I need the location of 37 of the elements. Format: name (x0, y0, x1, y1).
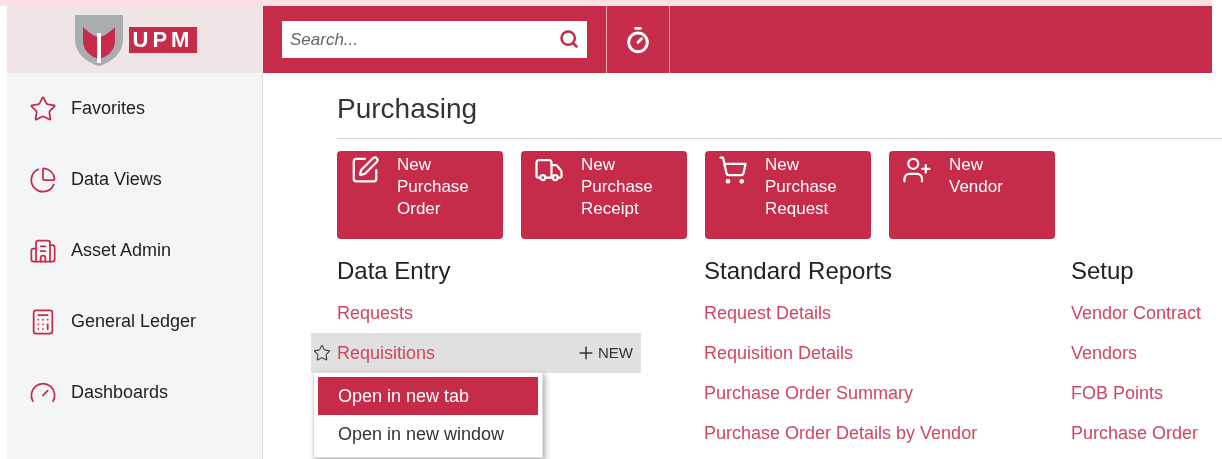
quick-action-tile[interactable]: New Purchase Order (337, 151, 503, 239)
pie-chart-icon (29, 165, 57, 194)
menu-item[interactable]: Open in new window (318, 415, 538, 453)
search-field[interactable]: Search... (282, 21, 587, 58)
search-icon[interactable] (559, 29, 579, 49)
quick-action-tile[interactable]: New Purchase Receipt (521, 151, 687, 239)
pencil-square-icon (350, 155, 380, 185)
sidebar-item[interactable]: Favorites (7, 73, 262, 144)
menu-link[interactable]: FOB Points (1071, 379, 1164, 407)
section-heading: Standard Reports (704, 256, 894, 286)
menu-link[interactable]: Vendors (1071, 339, 1138, 367)
cart-icon (718, 155, 748, 185)
menu-link[interactable]: Purchase Order Summary (704, 379, 914, 407)
quick-action-tile[interactable]: New Purchase Request (705, 151, 871, 239)
menu-link[interactable]: Purchase Order (1071, 419, 1199, 447)
shield-logo-icon (72, 12, 125, 67)
menu-link[interactable]: Vendor Contract (1071, 299, 1202, 327)
star-icon[interactable] (313, 344, 331, 362)
add-user-icon (902, 155, 932, 185)
menu-link[interactable]: Requests (337, 299, 414, 327)
sidebar-item[interactable]: Dashboards (7, 357, 262, 428)
star-icon (29, 94, 57, 123)
menu-item[interactable]: Open in new tab (318, 377, 538, 415)
page-title: Purchasing (337, 93, 479, 125)
menu-link[interactable]: Request Details (704, 299, 832, 327)
sidebar-item[interactable]: General Ledger (7, 286, 262, 357)
quick-action-tile[interactable]: New Vendor (889, 151, 1055, 239)
menu-link[interactable]: Purchase Order Details by Vendor (704, 419, 978, 447)
sidebar-item[interactable]: Asset Admin (7, 215, 262, 286)
logo-wordmark: UPM (128, 26, 198, 53)
menu-link[interactable]: Requisitions (337, 339, 436, 367)
menu-link[interactable]: Requisition Details (704, 339, 854, 367)
section-heading: Setup (1071, 256, 1135, 286)
timer-icon[interactable] (624, 25, 652, 54)
new-button[interactable]: NEW (576, 341, 633, 365)
sidebar-item[interactable]: Data Views (7, 144, 262, 215)
section-heading: Data Entry (337, 256, 452, 286)
